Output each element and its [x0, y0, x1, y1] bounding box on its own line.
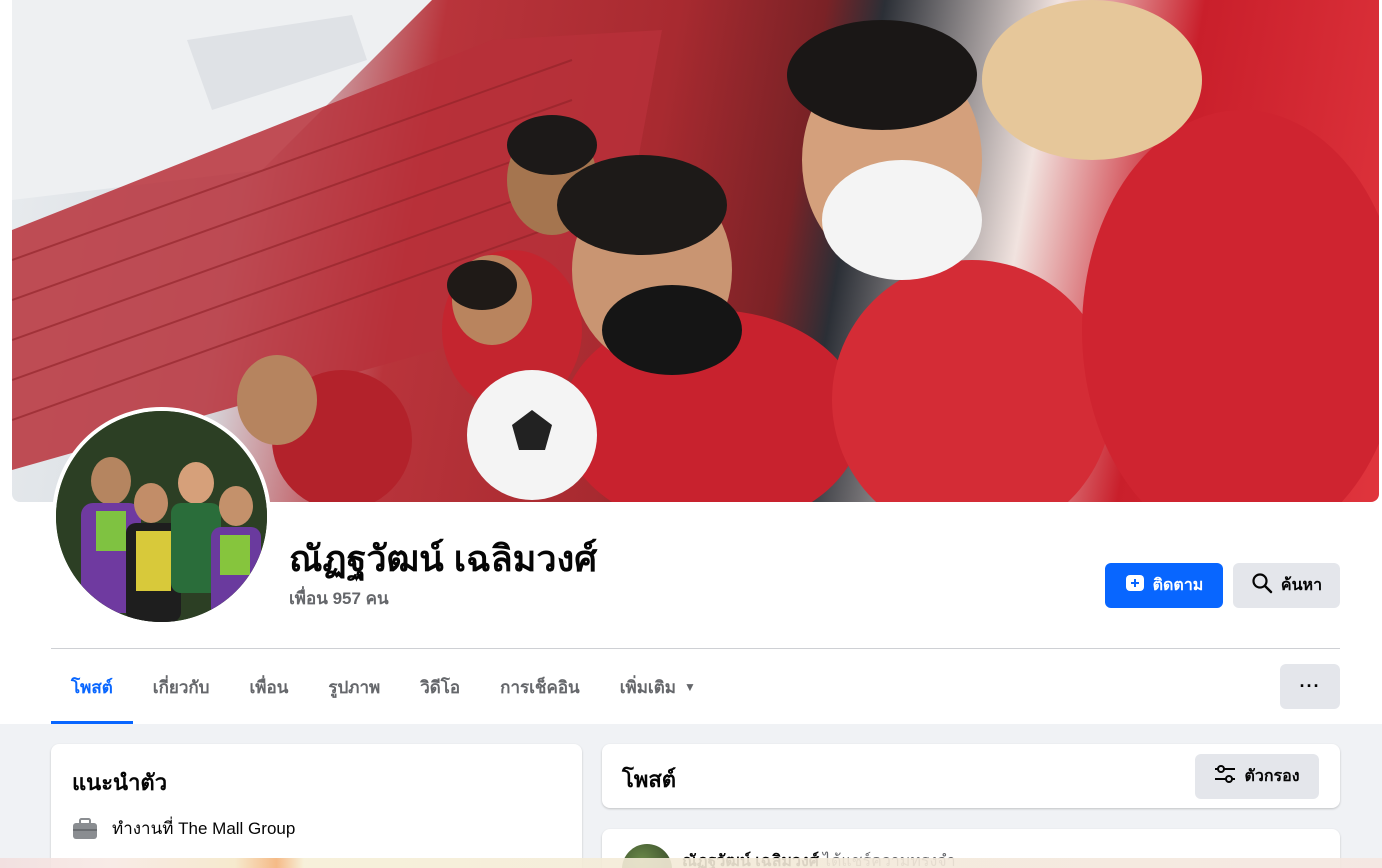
more-options-label: ···	[1299, 676, 1321, 696]
filter-button-label: ตัวกรอง	[1244, 768, 1300, 785]
tab-friends[interactable]: เพื่อน	[229, 650, 308, 724]
filter-button[interactable]: ตัวกรอง	[1195, 754, 1319, 799]
profile-header: ณัฏฐวัฒน์ เฉลิมวงศ์ เพื่อน 957 คน ติดตาม…	[0, 0, 1382, 724]
profile-picture-image	[56, 411, 267, 622]
tab-photos-label: รูปภาพ	[328, 677, 381, 697]
follow-button-label: ติดตาม	[1152, 577, 1204, 594]
tab-more[interactable]: เพิ่มเติม ▼	[600, 650, 716, 724]
intro-work-item: ทำงานที่ The Mall Group	[72, 815, 295, 842]
header-divider	[51, 648, 1340, 649]
tab-friends-label: เพื่อน	[249, 677, 289, 697]
caret-down-icon: ▼	[683, 680, 696, 694]
taskbar-strip	[0, 858, 1382, 868]
tab-about-label: เกี่ยวกับ	[152, 677, 210, 697]
friends-count[interactable]: เพื่อน 957 คน	[289, 585, 389, 612]
person-add-icon	[1125, 573, 1145, 598]
tab-posts[interactable]: โพสต์	[51, 650, 133, 724]
posts-header-card: โพสต์ ตัวกรอง	[602, 744, 1340, 808]
posts-title: โพสต์	[622, 767, 677, 792]
tab-photos[interactable]: รูปภาพ	[308, 650, 400, 724]
follow-button[interactable]: ติดตาม	[1105, 563, 1223, 608]
more-options-button[interactable]: ···	[1280, 664, 1340, 709]
profile-tabs: โพสต์ เกี่ยวกับ เพื่อน รูปภาพ วิดีโอ การ…	[51, 650, 716, 724]
tab-checkins-label: การเช็คอิน	[500, 677, 580, 697]
filter-icon	[1214, 765, 1236, 788]
tab-videos-label: วิดีโอ	[420, 677, 461, 697]
profile-picture[interactable]	[52, 407, 271, 626]
profile-name: ณัฏฐวัฒน์ เฉลิมวงศ์	[289, 538, 598, 579]
search-button[interactable]: ค้นหา	[1233, 563, 1340, 608]
tab-checkins[interactable]: การเช็คอิน	[480, 650, 600, 724]
search-button-label: ค้นหา	[1280, 577, 1323, 594]
tab-more-label: เพิ่มเติม	[619, 677, 676, 697]
briefcase-icon	[72, 817, 98, 840]
search-icon	[1251, 572, 1273, 599]
tab-about[interactable]: เกี่ยวกับ	[133, 650, 230, 724]
tab-videos[interactable]: วิดีโอ	[400, 650, 480, 724]
intro-title: แนะนำตัว	[72, 770, 168, 795]
intro-card: แนะนำตัว ทำงานที่ The Mall Group	[51, 744, 582, 868]
tab-posts-label: โพสต์	[71, 677, 113, 697]
intro-work-text: ทำงานที่ The Mall Group	[112, 819, 296, 838]
